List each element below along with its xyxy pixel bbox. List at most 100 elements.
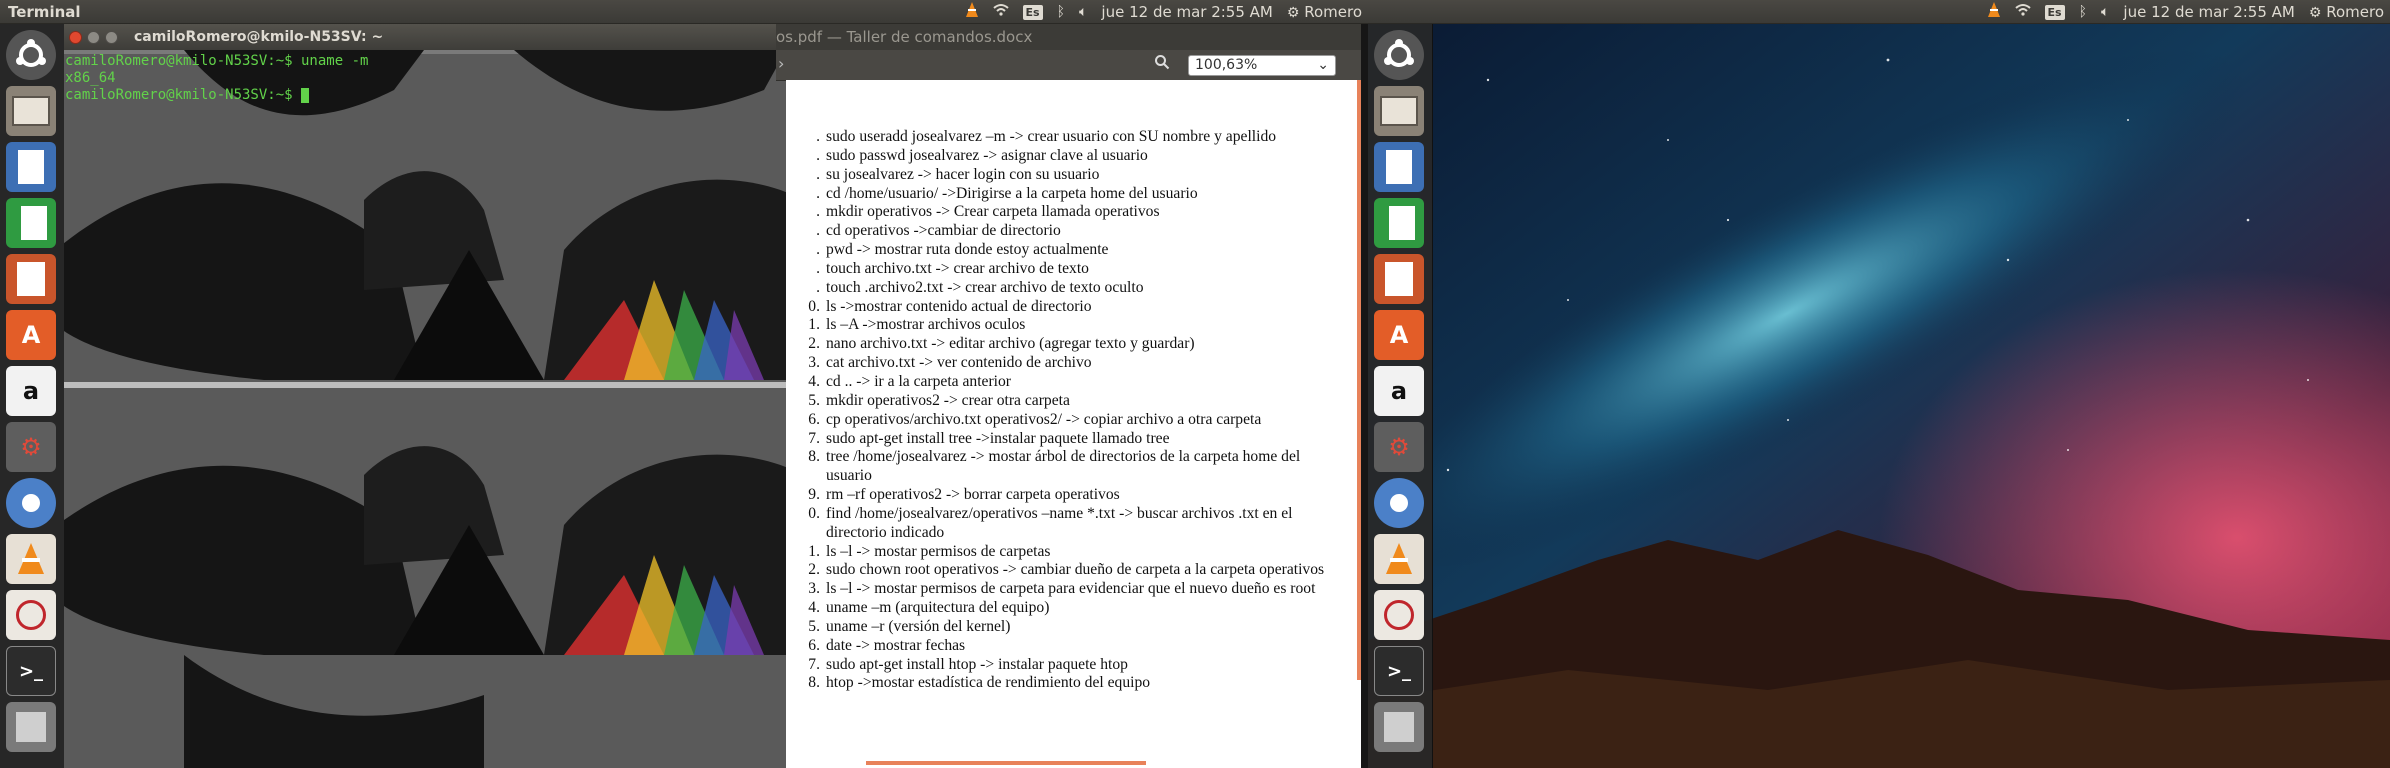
list-item-text: sudo chown root operativos -> cambiar du… (826, 561, 1325, 579)
wifi-icon[interactable] (992, 3, 1009, 21)
system-settings-icon[interactable]: ⚙ (1374, 422, 1424, 472)
zoom-select[interactable]: 100,63% ⌄ (1188, 55, 1336, 76)
maximize-icon[interactable] (105, 30, 118, 44)
list-item-number: 1. (808, 316, 820, 334)
list-item-text: tree /home/josealvarez -> mostar árbol d… (826, 448, 1301, 485)
bluetooth-icon[interactable]: ᛒ (2079, 4, 2087, 20)
ubuntu-dash-icon[interactable] (1374, 30, 1424, 80)
software-center-icon[interactable]: A (6, 310, 56, 360)
list-item-text: su josealvarez -> hacer login con su usu… (826, 165, 1100, 183)
list-item-text: htop ->mostar estadística de rendimiento… (826, 674, 1151, 692)
list-item-number: 8. (808, 674, 820, 692)
terminal-line: camiloRomero@kmilo-N53SV:~$ uname -m (65, 53, 369, 69)
software-center-icon[interactable]: A (1374, 310, 1424, 360)
list-item-number: . (816, 184, 820, 202)
list-item-text: uname –m (arquitectura del equipo) (826, 599, 1050, 617)
list-item-number: 7. (808, 429, 820, 447)
viewer-titlebar[interactable]: os.pdf — Taller de comandos.docx (776, 24, 1361, 50)
libreoffice-calc-icon[interactable] (1374, 198, 1424, 248)
trash-icon[interactable] (6, 702, 56, 752)
list-item: . sudo useradd josealvarez –m -> crear us… (796, 128, 1346, 147)
horizontal-scrollbar[interactable] (866, 761, 1146, 765)
gear-icon: ⚙ (1286, 5, 1300, 21)
list-item: 1. ls –l -> mostar permisos de carpetas (796, 543, 1346, 562)
system-settings-icon[interactable]: ⚙ (6, 422, 56, 472)
vlc-indicator-icon[interactable] (1987, 2, 2001, 22)
datetime[interactable]: jue 12 de mar 2:55 AM (1101, 3, 1272, 21)
libreoffice-writer-icon[interactable] (1374, 142, 1424, 192)
wifi-icon[interactable] (2014, 3, 2031, 21)
list-item: 4. cd .. -> ir a la carpeta anterior (796, 373, 1346, 392)
list-item-number: 8. (808, 448, 820, 466)
list-item-number: . (816, 146, 820, 164)
minimize-icon[interactable] (87, 30, 100, 44)
document-page[interactable]: . sudo useradd josealvarez –m -> crear us… (786, 80, 1361, 768)
libreoffice-impress-icon[interactable] (1374, 254, 1424, 304)
terminal-prompt: camiloRomero@kmilo-N53SV:~$ (65, 87, 302, 103)
volume-icon[interactable]: 🔈︎ (2101, 4, 2109, 20)
list-item-text: sudo apt-get install htop -> instalar pa… (826, 655, 1128, 673)
amazon-icon[interactable]: a (6, 366, 56, 416)
list-item-number: 0. (808, 297, 820, 315)
list-item-text: ls –l -> mostar permisos de carpeta para… (826, 580, 1316, 598)
right-screen: Es ᛒ 🔈︎ jue 12 de mar 2:55 AM ⚙ Romero A… (1368, 0, 2390, 768)
list-item: . cd operativos ->cambiar de directorio (796, 222, 1346, 241)
terminal-title: camiloRomero@kmilo-N53SV: ~ (134, 29, 384, 45)
keyboard-layout-indicator[interactable]: Es (1022, 4, 1043, 20)
indicator-area: Es ᛒ 🔈︎ jue 12 de mar 2:55 AM ⚙ Romero (965, 0, 1362, 24)
libreoffice-writer-icon[interactable] (6, 142, 56, 192)
list-item-text: pwd -> mostrar ruta donde estoy actualme… (826, 241, 1109, 259)
close-icon[interactable] (69, 30, 82, 44)
evince-icon[interactable] (1374, 590, 1424, 640)
list-item: 0. ls ->mostrar contenido actual de direc… (796, 298, 1346, 317)
list-item: 7. sudo apt-get install tree ->instalar p… (796, 430, 1346, 449)
terminal-body[interactable]: camiloRomero@kmilo-N53SV:~$ uname -m x86… (64, 50, 786, 768)
list-item-text: sudo useradd josealvarez –m -> crear usu… (826, 128, 1277, 145)
files-icon[interactable] (6, 86, 56, 136)
document-viewer-window: os.pdf — Taller de comandos.docx › 100,6… (776, 24, 1361, 768)
launcher-left: A a ⚙ >_ (0, 24, 65, 768)
list-item: 6. date -> mostrar fechas (796, 637, 1346, 656)
libreoffice-impress-icon[interactable] (6, 254, 56, 304)
search-icon[interactable] (1154, 54, 1170, 74)
vlc-icon[interactable] (6, 534, 56, 584)
list-item: 8. htop ->mostar estadística de rendimien… (796, 674, 1346, 693)
user-name: Romero (2326, 3, 2384, 21)
session-user[interactable]: ⚙ Romero (2309, 3, 2384, 21)
list-item-number: 4. (808, 599, 820, 617)
ubuntu-dash-icon[interactable] (6, 30, 56, 80)
terminal-icon[interactable]: >_ (1374, 646, 1424, 696)
terminal-output: camiloRomero@kmilo-N53SV:~$ uname -m x86… (65, 53, 368, 104)
libreoffice-calc-icon[interactable] (6, 198, 56, 248)
chromium-icon[interactable] (1374, 478, 1424, 528)
list-item-text: mkdir operativos2 -> crear otra carpeta (826, 391, 1070, 409)
app-title: Terminal (8, 2, 81, 21)
datetime[interactable]: jue 12 de mar 2:55 AM (2123, 3, 2294, 21)
vlc-indicator-icon[interactable] (965, 2, 979, 22)
sidebar-toggle-icon[interactable]: › (778, 54, 784, 73)
list-item: 0. find /home/josealvarez/operativos –nam… (796, 505, 1346, 543)
list-item-number: 6. (808, 410, 820, 428)
vlc-icon[interactable] (1374, 534, 1424, 584)
terminal-titlebar[interactable]: camiloRomero@kmilo-N53SV: ~ (64, 24, 786, 50)
session-user[interactable]: ⚙ Romero (1287, 3, 1362, 21)
volume-icon[interactable]: 🔈︎ (1079, 4, 1087, 20)
terminal-icon[interactable]: >_ (6, 646, 56, 696)
bluetooth-icon[interactable]: ᛒ (1057, 4, 1065, 20)
user-name: Romero (1304, 3, 1362, 21)
trash-icon[interactable] (1374, 702, 1424, 752)
indicator-area-right: Es ᛒ 🔈︎ jue 12 de mar 2:55 AM ⚙ Romero (1987, 0, 2384, 24)
chromium-icon[interactable] (6, 478, 56, 528)
list-item-number: . (816, 165, 820, 183)
list-item-number: . (816, 128, 820, 145)
evince-icon[interactable] (6, 590, 56, 640)
keyboard-layout-indicator[interactable]: Es (2044, 4, 2065, 20)
list-item-number: 5. (808, 617, 820, 635)
list-item-text: uname –r (versión del kernel) (826, 617, 1011, 635)
list-item: 2. nano archivo.txt -> editar archivo (ag… (796, 335, 1346, 354)
terminal-prompt-line: camiloRomero@kmilo-N53SV:~$ (65, 87, 368, 104)
files-icon[interactable] (1374, 86, 1424, 136)
amazon-icon[interactable]: a (1374, 366, 1424, 416)
list-item-text: sudo apt-get install tree ->instalar paq… (826, 429, 1170, 447)
top-panel: Terminal Es ᛒ 🔈︎ jue 12 de mar 2:55 AM ⚙… (0, 0, 1368, 24)
